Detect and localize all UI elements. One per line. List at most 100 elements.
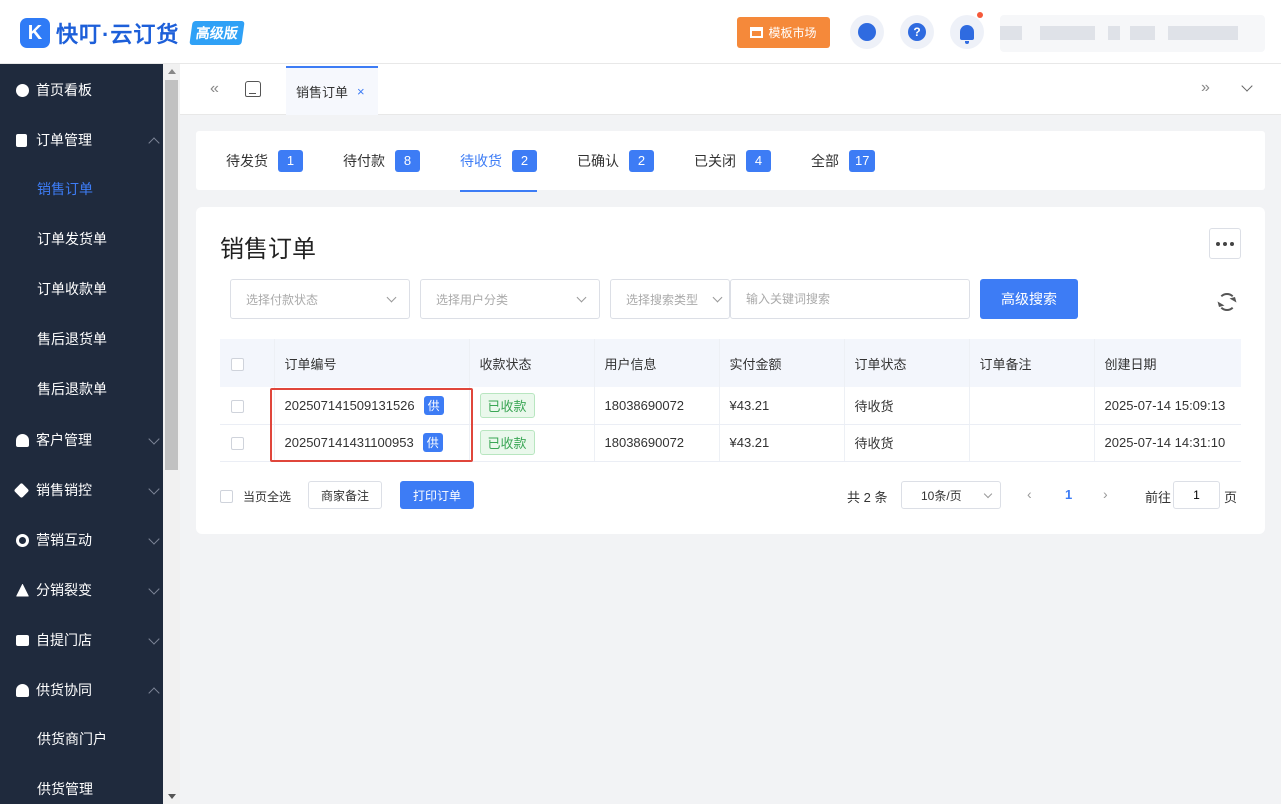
sidebar-scrollbar[interactable] [163, 64, 180, 804]
sidebar-item-label: 销售订单 [37, 181, 93, 197]
sidebar-item-customers[interactable]: 客户管理 [0, 415, 163, 465]
row-checkbox[interactable] [231, 399, 244, 413]
logo[interactable]: K 快叮·云订货 高级版 [20, 17, 246, 49]
sidebar-item-receipt-orders[interactable]: 订单收款单 [0, 264, 163, 314]
chevron-down-icon[interactable] [1241, 80, 1253, 92]
chevron-down-icon [148, 583, 160, 595]
sidebar-item-sales-control[interactable]: 销售销控 [0, 465, 163, 515]
scrollbar-thumb[interactable] [165, 80, 178, 470]
sidebar-item-dashboard[interactable]: 首页看板 [0, 65, 163, 115]
sidebar-item-label: 售后退款单 [37, 381, 107, 397]
tab-label: 销售订单 [296, 85, 349, 100]
sidebar-item-distribution[interactable]: 分销裂变 [0, 565, 163, 615]
next-page-icon[interactable]: › [1103, 486, 1108, 502]
more-options-button[interactable] [1209, 228, 1241, 259]
table-row[interactable]: 202507141431100953 供 已收款 18038690072 ¥43.… [220, 424, 1241, 462]
status-tab-label: 全部 [811, 152, 839, 169]
order-note [969, 424, 1095, 462]
advanced-search-button[interactable]: 高级搜索 [980, 279, 1078, 319]
chevron-down-icon [148, 533, 160, 545]
search-type-select[interactable]: 选择搜索类型 [610, 279, 730, 319]
user-category-select[interactable]: 选择用户分类 [420, 279, 600, 319]
paid-amount: ¥43.21 [719, 424, 845, 462]
select-placeholder: 选择付款状态 [246, 292, 319, 307]
chevron-down-icon [148, 633, 160, 645]
chevron-down-icon [148, 433, 160, 445]
select-page-toggle[interactable]: 当页全选 [220, 488, 291, 505]
orders-panel: 销售订单 选择付款状态 选择用户分类 选择搜索类型 高级搜索 订单编号 收款状态… [196, 207, 1265, 534]
supplier-icon [16, 683, 29, 697]
chevron-down-icon [712, 292, 723, 303]
status-tab-label: 已关闭 [694, 152, 736, 169]
close-icon[interactable]: × [357, 84, 365, 99]
sidebar-item-supplier-portal[interactable]: 供货商门户 [0, 714, 163, 764]
select-all-checkbox[interactable] [231, 357, 244, 371]
page-unit-label: 页 [1224, 490, 1238, 505]
status-tab-closed[interactable]: 已关闭 4 [694, 131, 771, 190]
scroll-down-arrow[interactable] [168, 794, 176, 799]
page-size-select[interactable]: 10条/页 [901, 481, 1001, 509]
page-title: 销售订单 [220, 236, 316, 263]
sidebar-item-sales-orders[interactable]: 销售订单 [0, 164, 163, 214]
status-tab-label: 待收货 [460, 152, 502, 169]
sidebar-item-return-orders[interactable]: 售后退货单 [0, 314, 163, 364]
status-tab-pending-ship[interactable]: 待发货 1 [226, 131, 303, 190]
payment-status-select[interactable]: 选择付款状态 [230, 279, 410, 319]
home-icon[interactable] [245, 81, 261, 97]
sidebar-item-pickup-stores[interactable]: 自提门店 [0, 615, 163, 665]
template-icon [750, 27, 764, 38]
collapse-left-icon[interactable]: « [210, 80, 219, 98]
sidebar-item-supply-management[interactable]: 供货管理 [0, 764, 163, 804]
column-header: 订单编号 [274, 339, 470, 387]
status-tab-label: 已确认 [577, 152, 619, 169]
status-tab-confirmed[interactable]: 已确认 2 [577, 131, 654, 190]
status-tab-pending-pay[interactable]: 待付款 8 [343, 131, 420, 190]
orders-table: 订单编号 收款状态 用户信息 实付金额 订单状态 订单备注 创建日期 20250… [220, 339, 1241, 462]
template-market-label: 模板市场 [768, 26, 817, 40]
table-row[interactable]: 202507141509131526 供 已收款 18038690072 ¥43.… [220, 387, 1241, 425]
keyword-search-input[interactable] [730, 279, 970, 319]
goto-page-input[interactable] [1173, 481, 1220, 509]
status-tab-all[interactable]: 全部 17 [811, 131, 876, 190]
supply-tag: 供 [423, 395, 444, 415]
chevron-up-icon [148, 137, 160, 149]
status-tab-label: 待付款 [343, 152, 385, 169]
logo-mark: K [20, 18, 50, 48]
paid-amount: ¥43.21 [719, 387, 845, 425]
sidebar: 首页看板 订单管理 销售订单 订单发货单 订单收款单 售后退货单 售后退款单 客… [0, 64, 163, 804]
sidebar-item-supply-collab[interactable]: 供货协同 [0, 665, 163, 715]
dashboard-icon [16, 83, 29, 97]
order-status-tabs: 待发货 1 待付款 8 待收货 2 已确认 2 已关闭 4 全部 17 [196, 131, 1265, 192]
user-info: 18038690072 [594, 387, 720, 425]
status-tab-label: 待发货 [226, 152, 268, 169]
refresh-icon[interactable] [1218, 293, 1236, 311]
status-tab-pending-receive[interactable]: 待收货 2 [460, 131, 537, 192]
more-dots-icon [1216, 241, 1220, 246]
user-account-area[interactable] [1000, 15, 1265, 52]
chevron-down-icon [386, 292, 397, 303]
sidebar-item-orders[interactable]: 订单管理 [0, 115, 163, 165]
sidebar-item-shipping-orders[interactable]: 订单发货单 [0, 214, 163, 264]
template-market-button[interactable]: 模板市场 [737, 17, 830, 48]
sidebar-item-label: 自提门店 [36, 632, 92, 648]
order-number[interactable]: 202507141431100953 [285, 435, 414, 450]
customer-service-button[interactable] [850, 15, 884, 49]
count-badge: 8 [395, 149, 420, 172]
scroll-right-icon[interactable]: » [1201, 79, 1210, 97]
print-orders-button[interactable]: 打印订单 [400, 481, 474, 509]
user-info: 18038690072 [594, 424, 720, 462]
prev-page-icon[interactable]: ‹ [1027, 486, 1032, 502]
user-icon [16, 433, 29, 447]
scroll-up-arrow[interactable] [168, 69, 176, 74]
page-number[interactable]: 1 [1065, 487, 1072, 502]
merchant-note-button[interactable]: 商家备注 [308, 481, 382, 509]
row-checkbox[interactable] [231, 437, 244, 451]
select-page-checkbox[interactable] [220, 490, 233, 503]
help-button[interactable]: ? [900, 15, 934, 49]
tab-sales-orders[interactable]: 销售订单 × [286, 66, 378, 115]
notification-button[interactable] [950, 12, 984, 49]
sidebar-item-marketing[interactable]: 营销互动 [0, 515, 163, 565]
order-number[interactable]: 202507141509131526 [285, 398, 415, 413]
sidebar-item-refund-orders[interactable]: 售后退款单 [0, 364, 163, 414]
count-badge: 1 [278, 149, 303, 172]
